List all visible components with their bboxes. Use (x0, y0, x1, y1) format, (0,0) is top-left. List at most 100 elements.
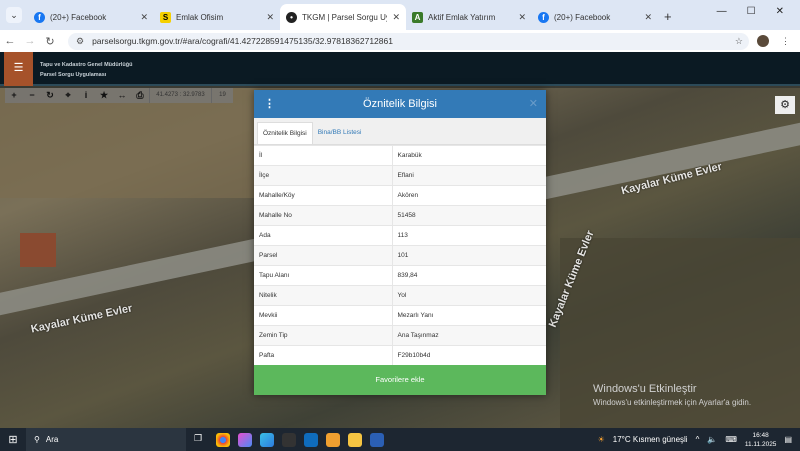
search-icon: ⚲ (34, 435, 40, 444)
facebook-icon: f (538, 12, 549, 23)
volume-icon[interactable]: 🔈 (707, 435, 717, 444)
close-icon[interactable]: ✕ (529, 90, 538, 118)
maximize-icon[interactable]: ☐ (747, 6, 756, 17)
taskbar: ⊞ ⚲ Ara ❐ ☀ 17°C Kısmen güneşli ^ 🔈 ⌨ 16:… (0, 428, 800, 451)
tab-title: (20+) Facebook (554, 13, 639, 22)
table-row: Tapu Alanı839,84 (254, 266, 546, 286)
forward-icon[interactable]: → (20, 35, 40, 47)
attribute-label: İl (254, 146, 392, 166)
address-bar-row: ← → ↻ ⚙parselsorgu.tkgm.gov.tr/#ara/cogr… (0, 30, 800, 52)
tab-search-button[interactable]: ⌄ (6, 7, 22, 23)
back-icon[interactable]: ← (0, 35, 20, 47)
activation-watermark: Windows'u EtkinleştirWindows'u etkinleşt… (593, 383, 751, 409)
tab-title: Emlak Ofisim (176, 13, 261, 22)
attribute-label: İlçe (254, 166, 392, 186)
gear-icon[interactable]: ⚙ (775, 96, 795, 114)
browser-tab-bar: ⌄ f (20+) Facebook ✕ S Emlak Ofisim ✕ • TKGM … (0, 0, 800, 30)
attribute-label: Ada (254, 226, 392, 246)
attribute-value: F29b10b4d (392, 346, 546, 366)
weather-icon[interactable]: ☀ (598, 435, 605, 444)
attribute-table: İlKarabükİlçeEflaniMahalle/KöyAkörenMaha… (254, 145, 546, 366)
browser-tab[interactable]: AAktif Emlak Yatırım✕ (406, 4, 532, 30)
close-tab-icon[interactable]: ✕ (266, 12, 274, 23)
browser-tab[interactable]: f (20+) Facebook ✕ (532, 4, 658, 30)
table-row: Mahalle/KöyAkören (254, 186, 546, 206)
attribute-info-dialog: ⋮ Öznitelik Bilgisi ✕ Öznitelik Bilgisi … (254, 90, 546, 395)
attribute-value: Mezarlı Yanı (392, 306, 546, 326)
refresh-icon[interactable]: ↻ (41, 88, 59, 103)
more-options-icon[interactable]: ⋮ (264, 90, 275, 118)
reload-icon[interactable]: ↻ (40, 35, 60, 48)
tab-building-list[interactable]: Bina/BB Listesi (313, 122, 367, 144)
attribute-value: Eflani (392, 166, 546, 186)
clock[interactable]: 16:4811.11.2025 (745, 431, 777, 449)
taskbar-search[interactable]: ⚲ Ara (26, 428, 186, 451)
dialog-tabs: Öznitelik Bilgisi Bina/BB Listesi (254, 118, 546, 145)
notifications-icon[interactable]: ▤ (784, 435, 792, 444)
zoom-in-icon[interactable]: + (5, 88, 23, 103)
attribute-value: 101 (392, 246, 546, 266)
search-label: Ara (46, 435, 58, 444)
attribute-value: 51458 (392, 206, 546, 226)
task-view-icon[interactable]: ❐ (194, 433, 208, 447)
attribute-value: Akören (392, 186, 546, 206)
tab-title: TKGM | Parsel Sorgu Uygula (302, 13, 387, 22)
add-to-favorites-button[interactable]: Favorilere ekle (254, 365, 546, 395)
map-pin-icon: • (286, 12, 297, 23)
attribute-value: Karabük (392, 146, 546, 166)
site-settings-icon[interactable]: ⚙ (76, 36, 84, 47)
url-input[interactable]: ⚙parselsorgu.tkgm.gov.tr/#ara/cografi/41… (68, 33, 749, 50)
close-tab-icon[interactable]: ✕ (140, 12, 148, 23)
map-road-label: Kayalar Küme Evler (30, 302, 134, 335)
table-row: İlKarabük (254, 146, 546, 166)
attribute-value: 839,84 (392, 266, 546, 286)
favorites-star-icon[interactable]: ★ (95, 88, 113, 103)
browser-tab[interactable]: f(20+) Facebook✕ (28, 4, 154, 30)
edge-icon[interactable] (260, 433, 274, 447)
table-row: Zemin TipAna Taşınmaz (254, 326, 546, 346)
file-explorer-icon[interactable] (348, 433, 362, 447)
print-icon[interactable]: ⎙ (131, 88, 149, 103)
close-tab-icon[interactable]: ✕ (392, 12, 400, 23)
clock-date: 11.11.2025 (745, 440, 777, 449)
keyboard-icon[interactable]: ⌨ (725, 435, 737, 444)
store-icon[interactable] (326, 433, 340, 447)
info-icon[interactable]: i (77, 88, 95, 103)
minimize-icon[interactable]: — (717, 6, 727, 17)
zoom-out-icon[interactable]: − (23, 88, 41, 103)
app-title: Parsel Sorgu Uygulaması (40, 70, 133, 80)
tray-chevron-icon[interactable]: ^ (696, 435, 700, 444)
map-toolbar: + − ↻ ⌖ i ★ ↔ ⎙ 41.4273 : 32.9783 19 (5, 88, 233, 103)
attribute-value: 113 (392, 226, 546, 246)
browser-tab[interactable]: S Emlak Ofisim ✕ (154, 4, 280, 30)
table-row: PaftaF29b10b4d (254, 346, 546, 366)
copilot-icon[interactable] (238, 433, 252, 447)
measure-icon[interactable]: ↔ (113, 88, 131, 103)
close-tab-icon[interactable]: ✕ (644, 12, 652, 23)
hamburger-menu-icon[interactable]: ☰ (4, 52, 33, 86)
profile-avatar[interactable] (757, 35, 769, 47)
outlook-icon[interactable] (304, 433, 318, 447)
new-tab-button[interactable]: + (664, 9, 672, 24)
chrome-menu-icon[interactable]: ⋮ (781, 36, 790, 47)
watermark-subtitle: Windows'u etkinleştirmek için Ayarlar'a … (593, 396, 751, 409)
table-row: İlçeEflani (254, 166, 546, 186)
word-icon[interactable] (370, 433, 384, 447)
attribute-value: Yol (392, 286, 546, 306)
yandex-icon[interactable] (282, 433, 296, 447)
chrome-icon[interactable] (216, 433, 230, 447)
bookmark-star-icon[interactable]: ☆ (735, 36, 743, 47)
locate-icon[interactable]: ⌖ (59, 88, 77, 103)
aktif-logo-icon: A (412, 12, 423, 23)
tab-attribute-info[interactable]: Öznitelik Bilgisi (257, 122, 313, 144)
map-field (0, 88, 260, 198)
windows-start-icon[interactable]: ⊞ (0, 433, 26, 446)
attribute-value: Ana Taşınmaz (392, 326, 546, 346)
s-logo-icon: S (160, 12, 171, 23)
weather-text[interactable]: 17°C Kısmen güneşli (613, 435, 688, 444)
table-row: MevkiiMezarlı Yanı (254, 306, 546, 326)
close-window-icon[interactable]: ✕ (776, 6, 784, 17)
browser-tab-active[interactable]: • TKGM | Parsel Sorgu Uygula ✕ (280, 4, 406, 30)
close-tab-icon[interactable]: ✕ (518, 12, 526, 23)
tab-title: (20+) Facebook (50, 13, 135, 22)
